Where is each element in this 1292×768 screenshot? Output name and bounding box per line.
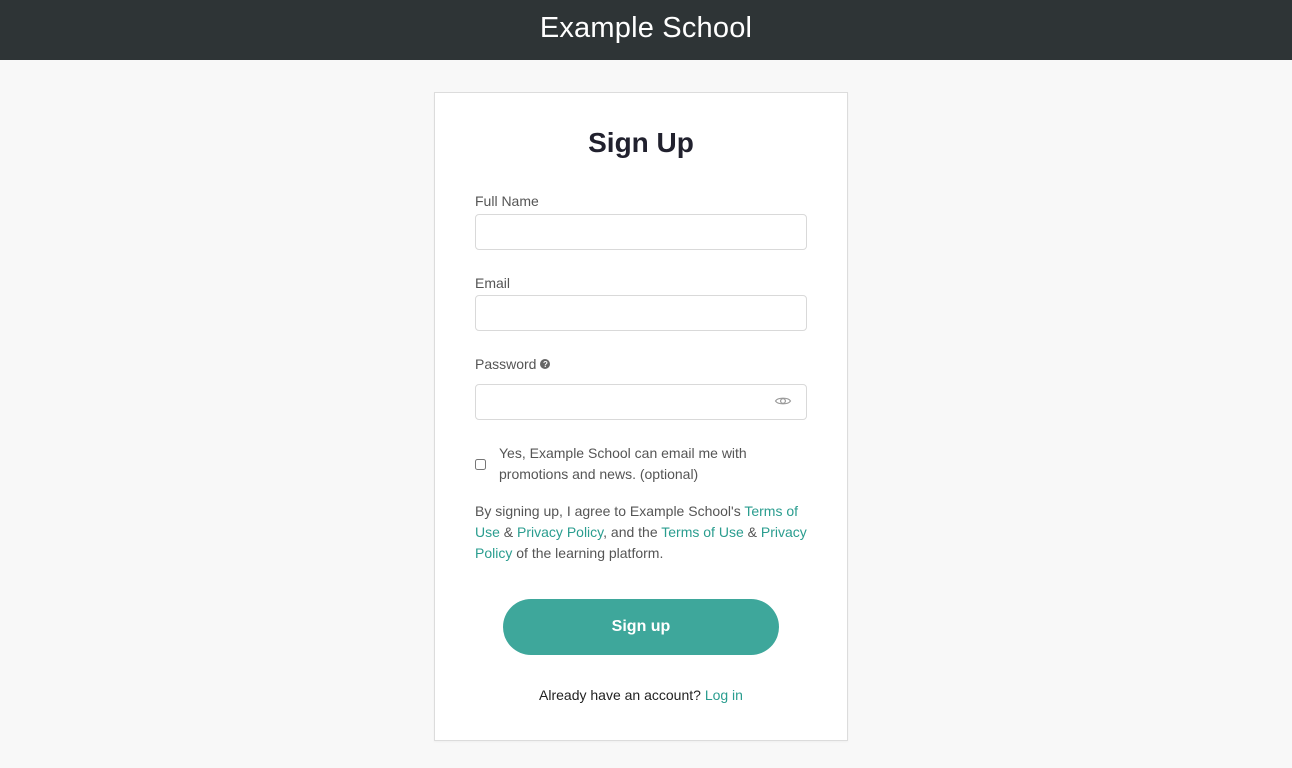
eye-icon[interactable] (774, 392, 792, 410)
signup-card: Sign Up Full Name Email Password ? Yes, … (434, 92, 848, 741)
password-input[interactable] (475, 384, 807, 420)
terms-text-2: & (499, 524, 518, 540)
terms-text-3: , and the (603, 524, 662, 540)
sign-up-button[interactable]: Sign up (503, 599, 779, 655)
terms-text-1: By signing up, I agree to Example School… (475, 503, 745, 519)
full-name-label: Full Name (475, 193, 539, 209)
terms-text-4: & (743, 524, 761, 540)
top-header-bar: Example School (0, 0, 1292, 60)
email-input[interactable] (475, 295, 807, 331)
login-prompt: Already have an account? Log in (435, 687, 847, 703)
email-label: Email (475, 275, 510, 291)
login-prompt-text: Already have an account? (539, 687, 701, 703)
school-privacy-link[interactable]: Privacy Policy (517, 524, 603, 540)
full-name-label-text: Full Name (475, 193, 539, 209)
school-name: Example School (539, 11, 753, 44)
email-label-text: Email (475, 275, 511, 291)
question-circle-icon[interactable]: ? (540, 359, 551, 369)
terms-text-5: of the learning platform. (512, 545, 664, 561)
platform-terms-link[interactable]: Terms of Use (661, 524, 743, 540)
page-title: Sign Up (588, 127, 694, 158)
password-label-text: Password (475, 356, 537, 372)
marketing-opt-in-checkbox[interactable] (475, 459, 486, 470)
full-name-input[interactable] (475, 214, 807, 250)
log-in-link[interactable]: Log in (705, 687, 743, 703)
terms-agreement-text: By signing up, I agree to Example School… (475, 501, 810, 564)
marketing-opt-in-label[interactable]: Yes, Example School can email me with pr… (499, 443, 789, 485)
password-label: Password ? (475, 356, 551, 372)
